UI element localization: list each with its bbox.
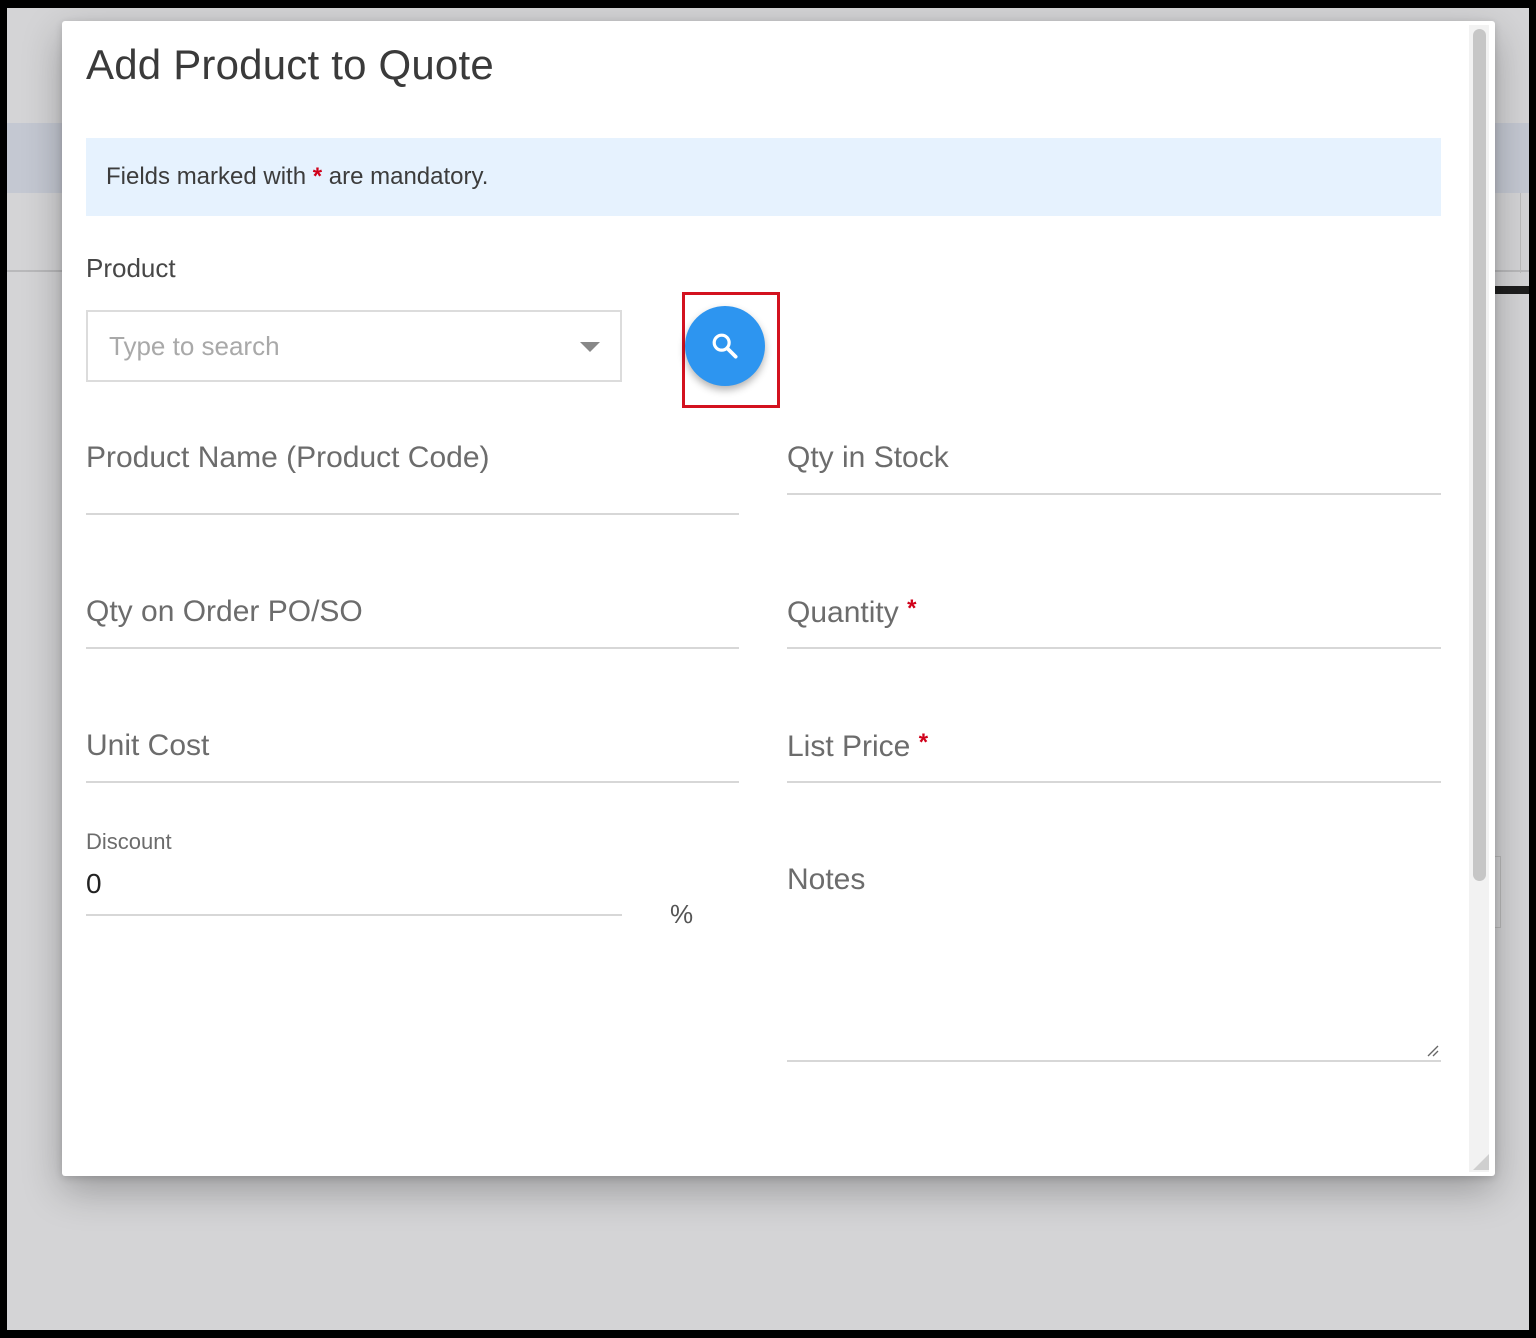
notes-label: Notes <box>787 863 866 896</box>
unit-cost-label: Unit Cost <box>86 729 210 762</box>
percent-unit: % <box>670 899 694 929</box>
discount-input[interactable] <box>86 864 622 916</box>
modal-title: Add Product to Quote <box>86 41 494 88</box>
scrollbar-thumb[interactable] <box>1473 29 1486 881</box>
list-price-label: List Price * <box>787 729 928 764</box>
search-icon <box>712 333 738 359</box>
discount-value[interactable]: 0 <box>86 868 102 900</box>
add-product-modal: Add Product to Quote Fields marked with … <box>62 21 1495 1176</box>
qty-in-stock-field[interactable]: Qty in Stock <box>787 441 1441 495</box>
modal-scrollbar[interactable] <box>1469 25 1489 1172</box>
resize-handle-icon[interactable] <box>1427 1045 1439 1057</box>
banner-suffix: are mandatory. <box>328 163 489 190</box>
required-asterisk: * <box>312 163 323 190</box>
unit-cost-field[interactable]: Unit Cost <box>86 729 739 783</box>
notes-textarea[interactable]: Notes <box>787 863 1441 1062</box>
discount-label: Discount <box>86 829 172 854</box>
product-name-field[interactable]: Product Name (Product Code) <box>86 441 739 515</box>
mandatory-info-banner: Fields marked with * are mandatory. <box>86 138 1441 216</box>
product-label: Product <box>86 253 176 283</box>
background-panel-edge <box>1520 193 1529 273</box>
modal-resize-icon[interactable] <box>1473 1154 1489 1170</box>
quantity-label: Quantity * <box>787 595 916 630</box>
background-bar <box>1489 286 1529 294</box>
banner-text: Fields marked with * are mandatory. <box>106 138 488 216</box>
banner-prefix: Fields marked with <box>106 163 307 190</box>
required-asterisk: * <box>918 729 929 756</box>
list-price-field[interactable]: List Price * <box>787 729 1441 783</box>
product-name-label: Product Name (Product Code) <box>86 441 490 474</box>
chevron-down-icon[interactable] <box>580 342 600 352</box>
product-search-placeholder: Type to search <box>109 331 280 361</box>
qty-on-order-label: Qty on Order PO/SO <box>86 595 363 628</box>
qty-on-order-field[interactable]: Qty on Order PO/SO <box>86 595 739 649</box>
product-search-select[interactable]: Type to search <box>86 310 622 382</box>
required-asterisk: * <box>907 595 917 622</box>
product-search-button[interactable] <box>685 306 765 386</box>
quantity-field[interactable]: Quantity * <box>787 595 1441 649</box>
list-price-label-text: List Price <box>787 730 911 763</box>
quantity-label-text: Quantity <box>787 596 899 629</box>
qty-in-stock-label: Qty in Stock <box>787 441 949 474</box>
